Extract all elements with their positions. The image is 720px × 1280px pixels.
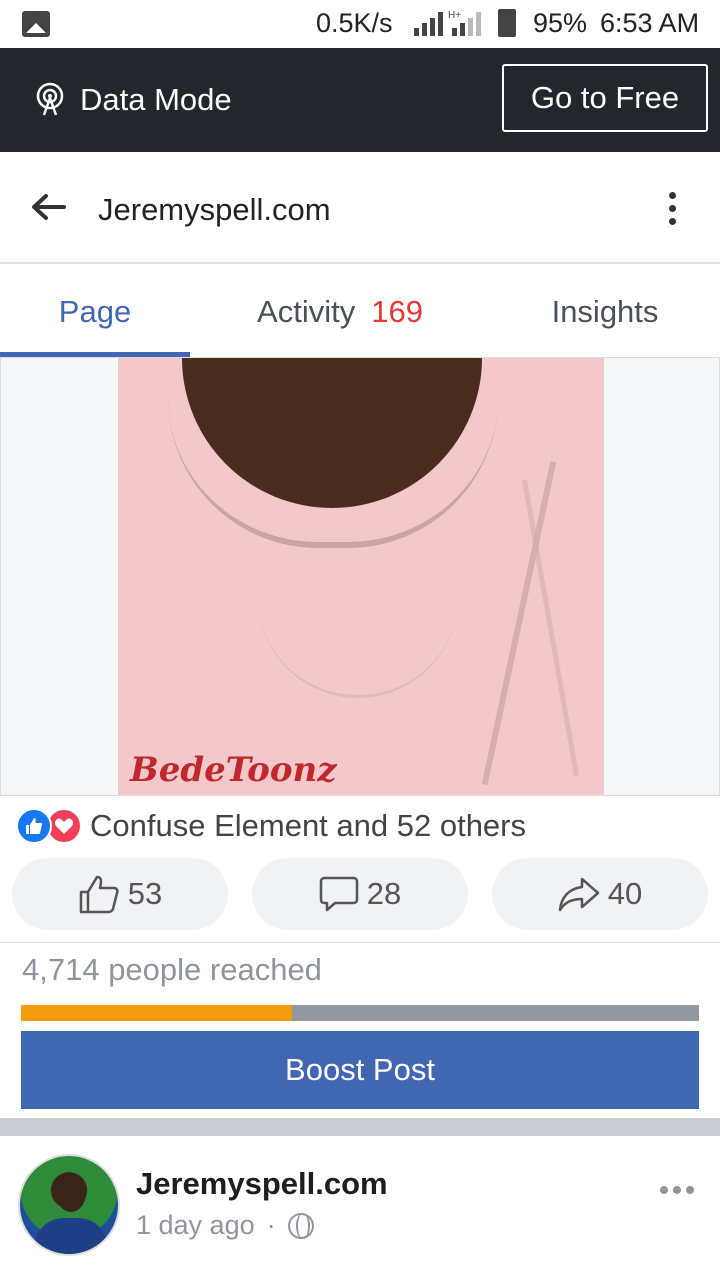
like-reaction-icon [16, 808, 52, 844]
share-count: 40 [607, 876, 643, 911]
boost-post-button[interactable]: Boost Post [21, 1031, 699, 1109]
status-bar: 0.5K/s H+ 95% 6:53 AM [0, 0, 720, 48]
like-button[interactable]: 53 [12, 858, 228, 930]
network-speed: 0.5K/s [316, 8, 393, 38]
tab-page-label: Page [58, 294, 132, 329]
tab-activity-label: Activity [257, 294, 356, 329]
tab-activity[interactable]: Activity 169 [190, 266, 490, 358]
comment-bubble-icon [319, 876, 358, 912]
next-post-header: Jeremyspell.com 1 day ago · [0, 1136, 720, 1280]
post-media[interactable]: BedeToonz [0, 358, 720, 796]
avatar-shirt-shape [34, 1218, 108, 1254]
data-mode-bar: Data Mode Go to Free [0, 48, 720, 152]
avatar[interactable] [18, 1154, 120, 1256]
image-notification-icon [22, 11, 50, 37]
comment-button[interactable]: 28 [252, 858, 468, 930]
battery-icon [498, 9, 516, 37]
page-title: Jeremyspell.com [98, 192, 331, 227]
reactions-text: Confuse Element and 52 others [90, 808, 526, 843]
photo-shirt-fold [481, 460, 557, 786]
photo-watermark: BedeToonz [130, 750, 337, 790]
tab-page[interactable]: Page [0, 266, 190, 358]
divider [0, 942, 720, 943]
clock: 6:53 AM [600, 8, 700, 38]
post-more-options-icon[interactable] [660, 1186, 699, 1194]
signal-strength-icon: H+ [414, 10, 481, 36]
page-header: Jeremyspell.com [0, 152, 720, 264]
photo-shirt-fold [521, 479, 580, 777]
feed-separator [0, 1118, 720, 1136]
share-button[interactable]: 40 [492, 858, 708, 930]
post-photo[interactable]: BedeToonz [118, 358, 604, 795]
activity-count-badge: 169 [371, 294, 423, 329]
meta-separator: · [266, 1210, 276, 1240]
reach-progress-bar [21, 1005, 699, 1021]
comment-count: 28 [366, 876, 402, 911]
battery-percent: 95% [533, 8, 588, 38]
tab-insights[interactable]: Insights [490, 266, 720, 358]
post-actions: 53 28 40 [12, 858, 708, 930]
globe-icon [287, 1212, 314, 1239]
broadcast-icon [36, 82, 64, 116]
post-meta: 1 day ago · [136, 1210, 314, 1241]
more-options-icon[interactable] [660, 192, 684, 232]
post-author-name[interactable]: Jeremyspell.com [136, 1166, 388, 1202]
post-timestamp[interactable]: 1 day ago [136, 1210, 255, 1241]
go-to-free-button[interactable]: Go to Free [502, 64, 708, 132]
like-count: 53 [127, 876, 163, 911]
reach-progress-fill [21, 1005, 293, 1021]
avatar-head-shape [56, 1174, 86, 1212]
tab-bar: Page Activity 169 Insights [0, 266, 720, 358]
tab-insights-label: Insights [551, 294, 659, 329]
photo-shirt-fold [258, 518, 458, 698]
reactions-summary[interactable]: Confuse Element and 52 others [16, 804, 526, 848]
thumbs-up-icon [79, 875, 119, 914]
share-arrow-icon [558, 877, 599, 912]
data-mode-label: Data Mode [80, 82, 232, 117]
back-arrow-icon[interactable] [30, 192, 66, 222]
active-tab-indicator [0, 352, 190, 357]
network-type-label: H+ [448, 10, 461, 21]
people-reached-text: 4,714 people reached [22, 952, 322, 987]
